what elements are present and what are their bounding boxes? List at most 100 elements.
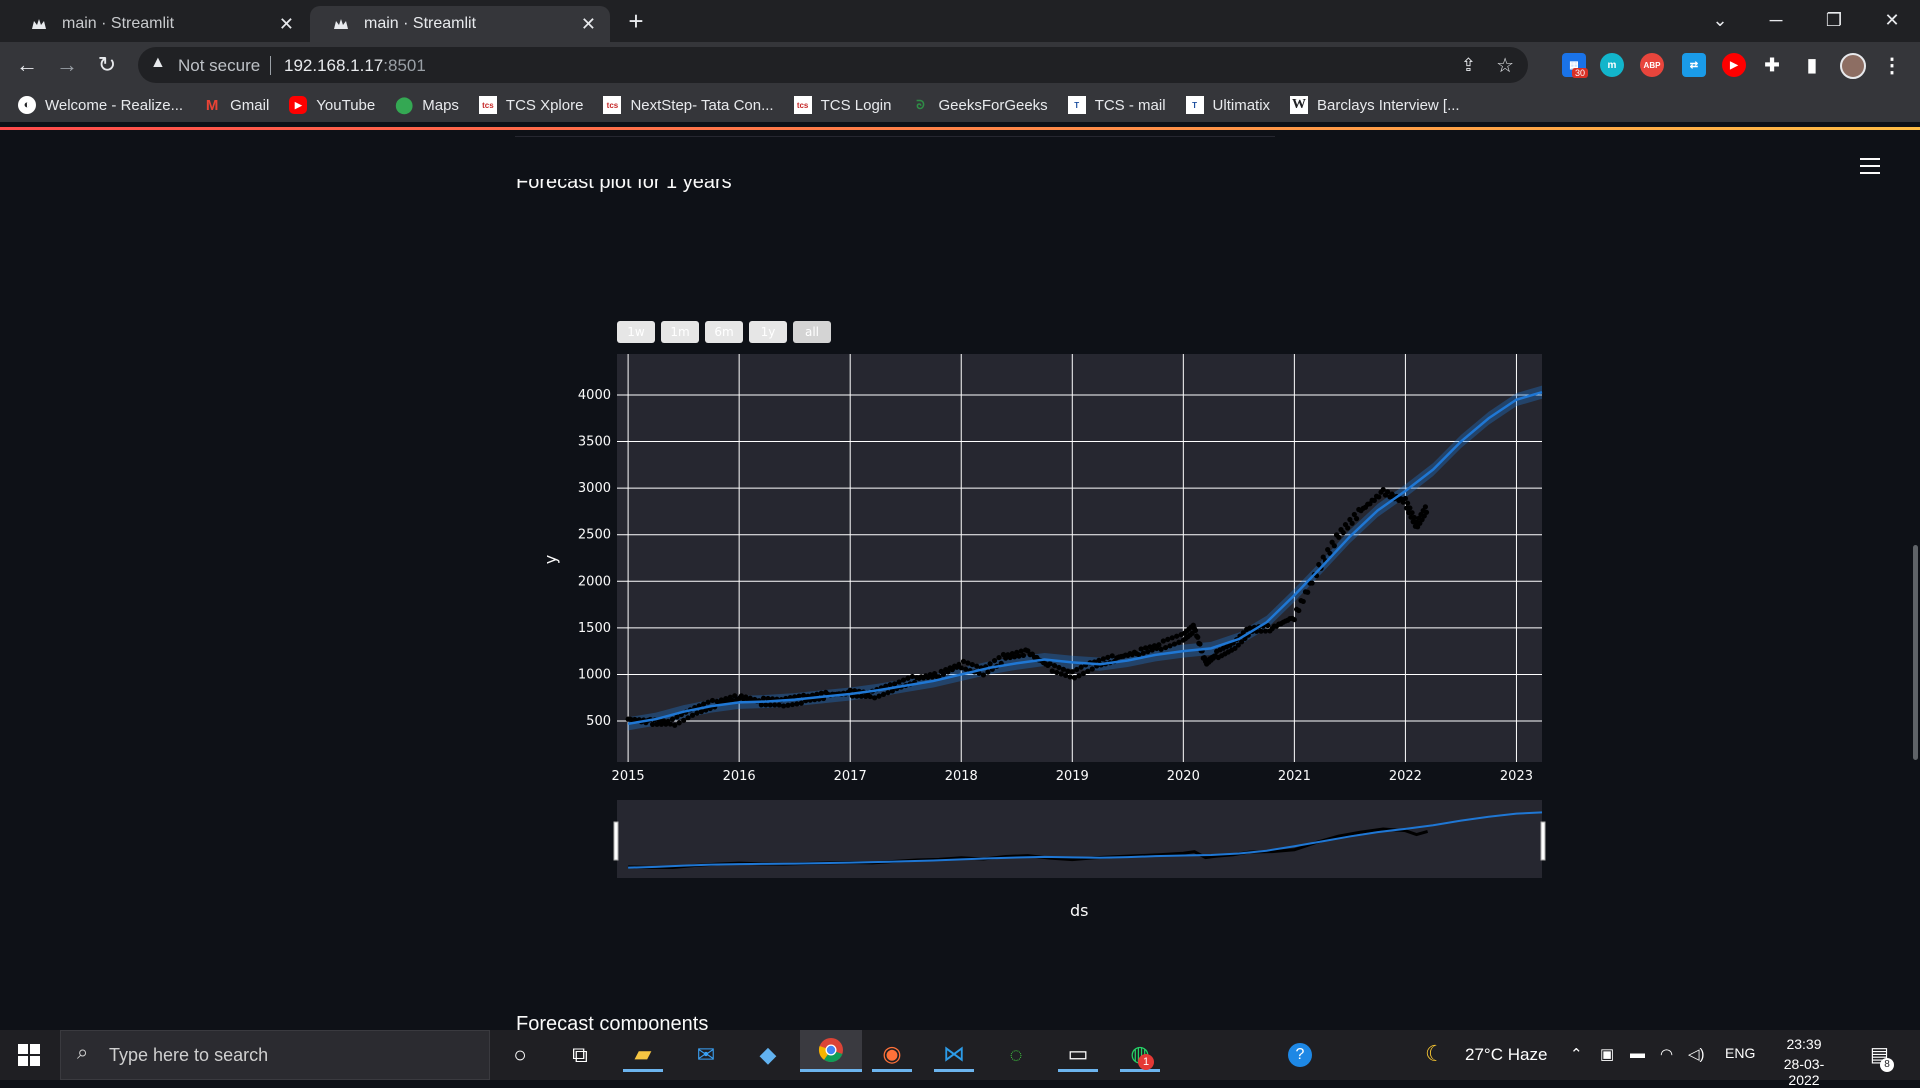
vscode-icon[interactable]: ⋈ (934, 1038, 974, 1072)
taskbar-search[interactable]: ⌕ Type here to search (60, 1030, 490, 1080)
actual-point (885, 690, 891, 696)
whatsapp-badge: 1 (1138, 1054, 1154, 1070)
battery-icon[interactable]: ▬ (1630, 1045, 1645, 1062)
cortana-icon[interactable]: ○ (500, 1038, 540, 1072)
range-slider-right-handle[interactable] (1540, 821, 1546, 861)
firefox-icon[interactable]: ◉ (872, 1038, 912, 1072)
y-tick-label: 3500 (578, 435, 611, 450)
actual-point (1096, 657, 1102, 663)
actual-point (1056, 664, 1062, 671)
actual-point (1160, 638, 1166, 644)
actual-point (1051, 662, 1058, 669)
actual-point (1300, 598, 1306, 605)
actual-point (758, 702, 764, 708)
actual-point (1296, 607, 1302, 614)
y-tick-label: 2500 (578, 528, 611, 543)
weather-text[interactable]: 27°C Haze (1465, 1045, 1547, 1065)
actual-point (1176, 639, 1182, 645)
actual-point (1069, 669, 1075, 675)
y-tick-label: 3000 (578, 481, 611, 496)
actual-point (1402, 495, 1409, 502)
help-icon[interactable]: ? (1280, 1038, 1320, 1072)
task-view-icon[interactable]: ⧉ (560, 1038, 600, 1072)
y-tick-labels: 500 1000 1500 2000 2500 3000 3500 4000 (578, 388, 611, 729)
actual-point (1165, 636, 1171, 642)
actual-point (701, 701, 707, 707)
actual-point (996, 654, 1002, 661)
language-indicator[interactable]: ENG (1725, 1045, 1755, 1061)
actual-point (872, 695, 878, 701)
actual-point (1171, 641, 1178, 647)
file-explorer-icon[interactable]: ▰ (623, 1038, 663, 1072)
actual-point (965, 660, 971, 666)
actual-point (1011, 654, 1018, 660)
tray-device-icon[interactable]: ▣ (1600, 1045, 1614, 1063)
refresh-app-icon[interactable]: ◌ (996, 1038, 1036, 1072)
actual-point (1067, 674, 1073, 680)
actual-point (940, 671, 947, 677)
scrollbar-thumb[interactable] (1913, 545, 1918, 760)
windows-taskbar: ⌕ Type here to search ○ ⧉ ▰ ✉ ◆ ◉ ⋈ ◌ ▭ … (0, 1030, 1920, 1088)
mail-icon[interactable]: ✉ (686, 1038, 726, 1072)
actual-point (1047, 661, 1053, 667)
actual-point (896, 679, 902, 685)
actual-point (1060, 666, 1066, 672)
actual-point (1305, 589, 1311, 595)
actual-point (1192, 627, 1199, 634)
actual-point (1174, 633, 1180, 639)
actual-point (1336, 534, 1342, 540)
x-tick-label: 2022 (1389, 769, 1422, 784)
actual-point (780, 703, 787, 709)
actual-point (1385, 489, 1391, 495)
actual-point (1380, 486, 1386, 493)
clock[interactable]: 23:39 28-03-2022 (1770, 1036, 1838, 1088)
actual-point (991, 657, 998, 664)
store-icon[interactable]: ◆ (748, 1038, 788, 1072)
actual-point (676, 720, 682, 726)
actual-point (1089, 666, 1095, 672)
actual-point (1423, 509, 1430, 515)
tray-chevron-icon[interactable]: ⌃ (1570, 1045, 1583, 1063)
actual-point (1100, 656, 1106, 662)
actual-point (1376, 494, 1382, 500)
search-placeholder: Type here to search (109, 1045, 269, 1065)
weather-icon[interactable]: ☾ (1425, 1041, 1445, 1067)
actual-point (905, 675, 911, 681)
y-tick-label: 1500 (578, 621, 611, 636)
actual-point (785, 702, 791, 708)
windows-start-icon[interactable] (18, 1044, 40, 1066)
actual-point (760, 695, 767, 701)
range-slider[interactable] (617, 800, 1542, 878)
actual-point (669, 716, 676, 722)
y-tick-label: 4000 (578, 388, 611, 403)
volume-icon[interactable]: ◁) (1688, 1045, 1705, 1063)
x-axis-title: ds (1070, 901, 1089, 920)
actual-point (1340, 530, 1346, 536)
actual-point (958, 665, 964, 671)
actual-point (1156, 642, 1162, 648)
x-tick-label: 2021 (1278, 769, 1311, 784)
forecast-chart[interactable]: 2015 2016 2017 2018 2019 2020 2021 2022 2023 500… (0, 0, 1920, 1030)
actual-point (685, 715, 691, 721)
actual-point (1167, 643, 1173, 649)
actual-point (1105, 654, 1111, 660)
actual-point (763, 702, 769, 708)
actual-point (985, 669, 991, 675)
actual-point (960, 658, 967, 664)
terminal-icon[interactable]: ▭ (1058, 1038, 1098, 1072)
actual-point (689, 712, 696, 718)
chrome-icon[interactable] (800, 1030, 862, 1072)
actual-point (876, 693, 882, 699)
actual-point (1389, 491, 1395, 497)
actual-point (1074, 666, 1080, 673)
actual-point (709, 697, 716, 704)
actual-point (974, 663, 980, 669)
range-slider-left-handle[interactable] (613, 821, 619, 861)
actual-point (900, 677, 907, 683)
x-tick-label: 2015 (612, 769, 645, 784)
y-tick-label: 500 (586, 714, 611, 729)
wifi-icon[interactable]: ◠ (1660, 1045, 1673, 1063)
actual-point (776, 702, 782, 708)
actual-point (649, 721, 656, 727)
actual-point (1407, 505, 1413, 511)
